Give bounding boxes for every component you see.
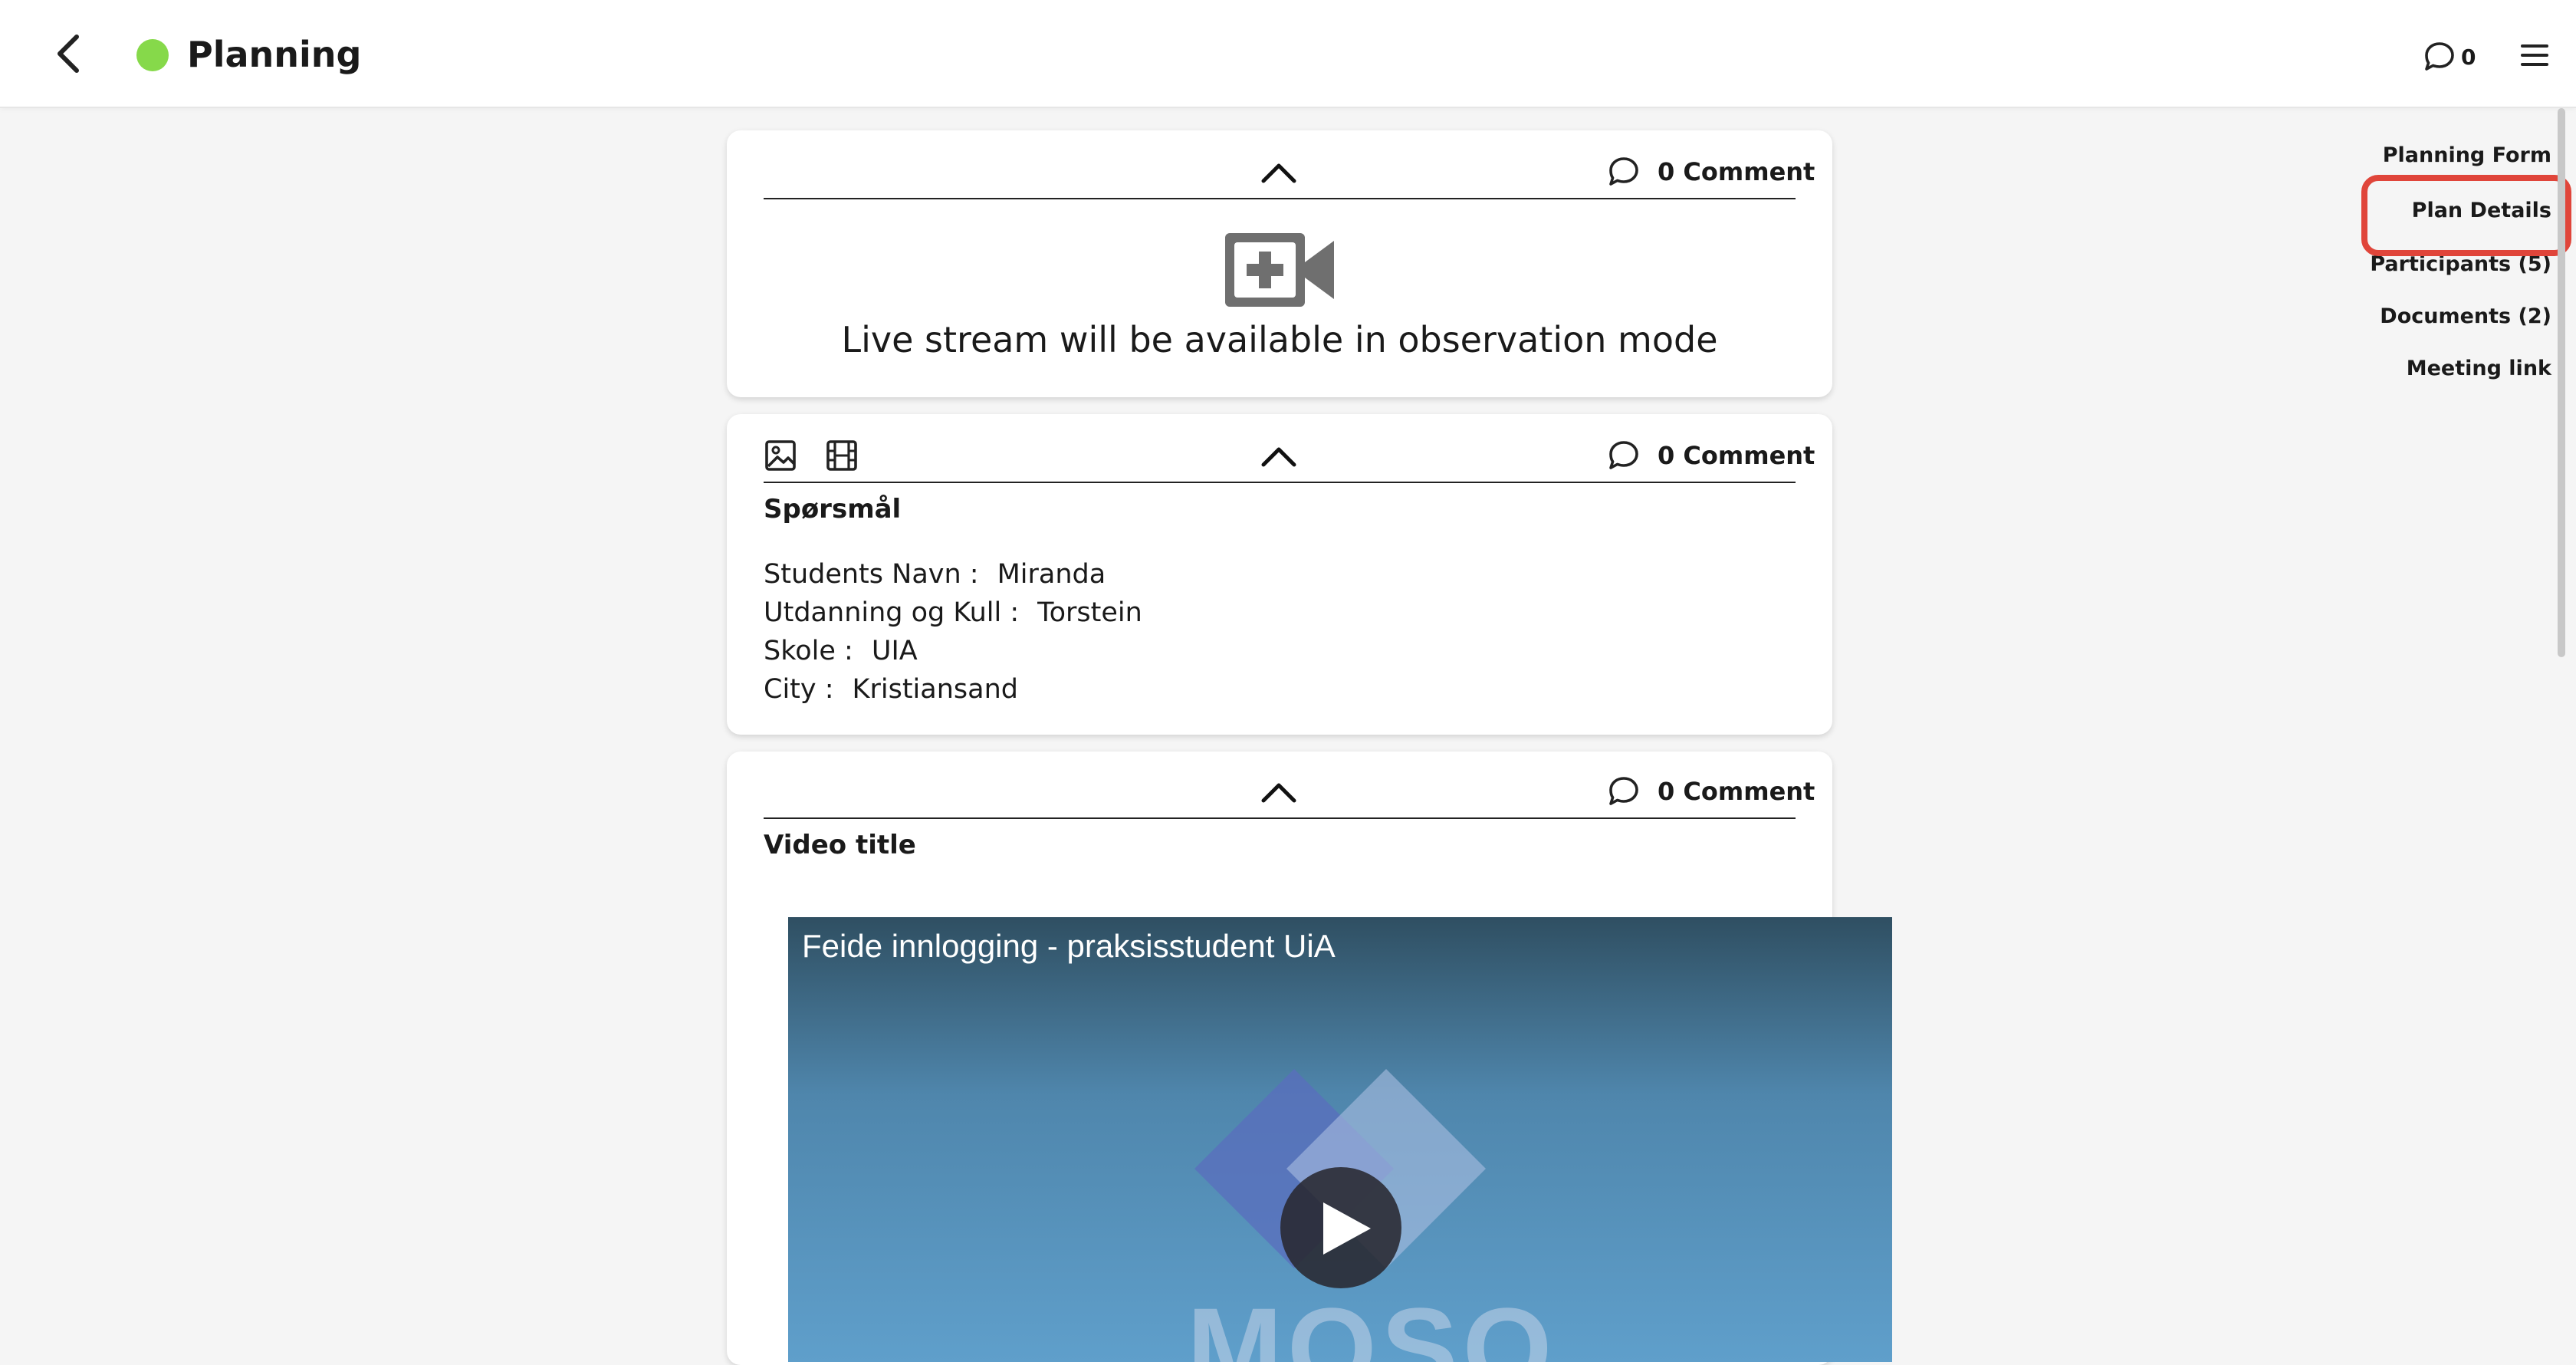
image-icon: [765, 440, 796, 471]
film-icon: [826, 440, 857, 471]
nav-item-participants[interactable]: Participants (5): [2370, 252, 2551, 278]
collapse-button[interactable]: [1257, 778, 1300, 808]
chat-bubble-icon: [2425, 42, 2454, 71]
comment-count-label: 0 Comment: [1658, 157, 1815, 186]
nav-item-plan-details[interactable]: Plan Details: [2412, 198, 2551, 224]
card-divider: [764, 482, 1796, 483]
nav-item-planning-form[interactable]: Planning Form: [2383, 143, 2551, 169]
video-player-title: Feide innlogging - praksisstudent UiA: [802, 928, 1336, 964]
chat-bubble-icon: [1609, 157, 1638, 186]
field-row: Students Navn : Miranda: [764, 555, 1106, 594]
field-row: Skole : UIA: [764, 632, 918, 670]
video-player[interactable]: MOSO Feide innlogging - praksisstudent U…: [788, 917, 1892, 1362]
header-comments-button[interactable]: 0: [2423, 37, 2476, 77]
video-add-icon: [1225, 233, 1334, 307]
comment-count-label: 0 Comment: [1658, 441, 1815, 470]
video-logo-text: MOSO: [1187, 1284, 1557, 1362]
questions-card: 0 Comment Spørsmål Students Navn : Mirand…: [727, 414, 1832, 735]
comment-button[interactable]: 0 Comment: [1607, 436, 1815, 475]
collapse-button[interactable]: [1257, 442, 1300, 472]
hamburger-menu-icon: [2521, 44, 2548, 66]
field-value: Miranda: [997, 559, 1106, 590]
nav-item-meeting-link[interactable]: Meeting link: [2407, 356, 2551, 382]
chevron-up-icon: [1261, 163, 1296, 183]
field-value: UIA: [871, 636, 918, 666]
status-dot: [136, 39, 169, 71]
comment-count-label: 0 Comment: [1658, 777, 1815, 806]
chevron-up-icon: [1261, 447, 1296, 467]
card-divider: [764, 817, 1796, 819]
section-title: Spørsmål: [764, 494, 902, 525]
card-divider: [764, 198, 1796, 199]
menu-button[interactable]: [2518, 41, 2551, 69]
field-value: Torstein: [1037, 597, 1142, 628]
field-label: Skole :: [764, 636, 853, 666]
add-video-button[interactable]: [825, 439, 859, 472]
page-scrollbar[interactable]: [2558, 108, 2565, 657]
comment-button[interactable]: 0 Comment: [1607, 152, 1815, 192]
page-title: Planning: [187, 34, 362, 75]
chat-bubble-icon: [1609, 441, 1638, 469]
nav-item-documents[interactable]: Documents (2): [2380, 304, 2551, 330]
field-label: Utdanning og Kull :: [764, 597, 1020, 628]
comment-button[interactable]: 0 Comment: [1607, 771, 1815, 811]
field-row: City : Kristiansand: [764, 670, 1018, 709]
back-button[interactable]: [48, 31, 90, 77]
top-bar: Planning 0: [0, 0, 2576, 108]
header-comment-count: 0: [2461, 44, 2476, 70]
field-label: Students Navn :: [764, 559, 979, 590]
back-arrow-icon: [58, 35, 79, 73]
play-button[interactable]: [1280, 1167, 1401, 1288]
field-label: City :: [764, 674, 834, 705]
play-icon: [1323, 1202, 1371, 1255]
field-value: Kristiansand: [852, 674, 1018, 705]
chat-bubble-icon: [1609, 777, 1638, 805]
section-title: Video title: [764, 830, 916, 860]
field-row: Utdanning og Kull : Torstein: [764, 594, 1142, 632]
collapse-button[interactable]: [1257, 158, 1300, 189]
live-stream-message: Live stream will be available in observa…: [841, 319, 1718, 360]
add-image-button[interactable]: [764, 439, 797, 472]
chevron-up-icon: [1261, 783, 1296, 803]
live-stream-card: 0 Comment Live stream will be available …: [727, 130, 1832, 397]
